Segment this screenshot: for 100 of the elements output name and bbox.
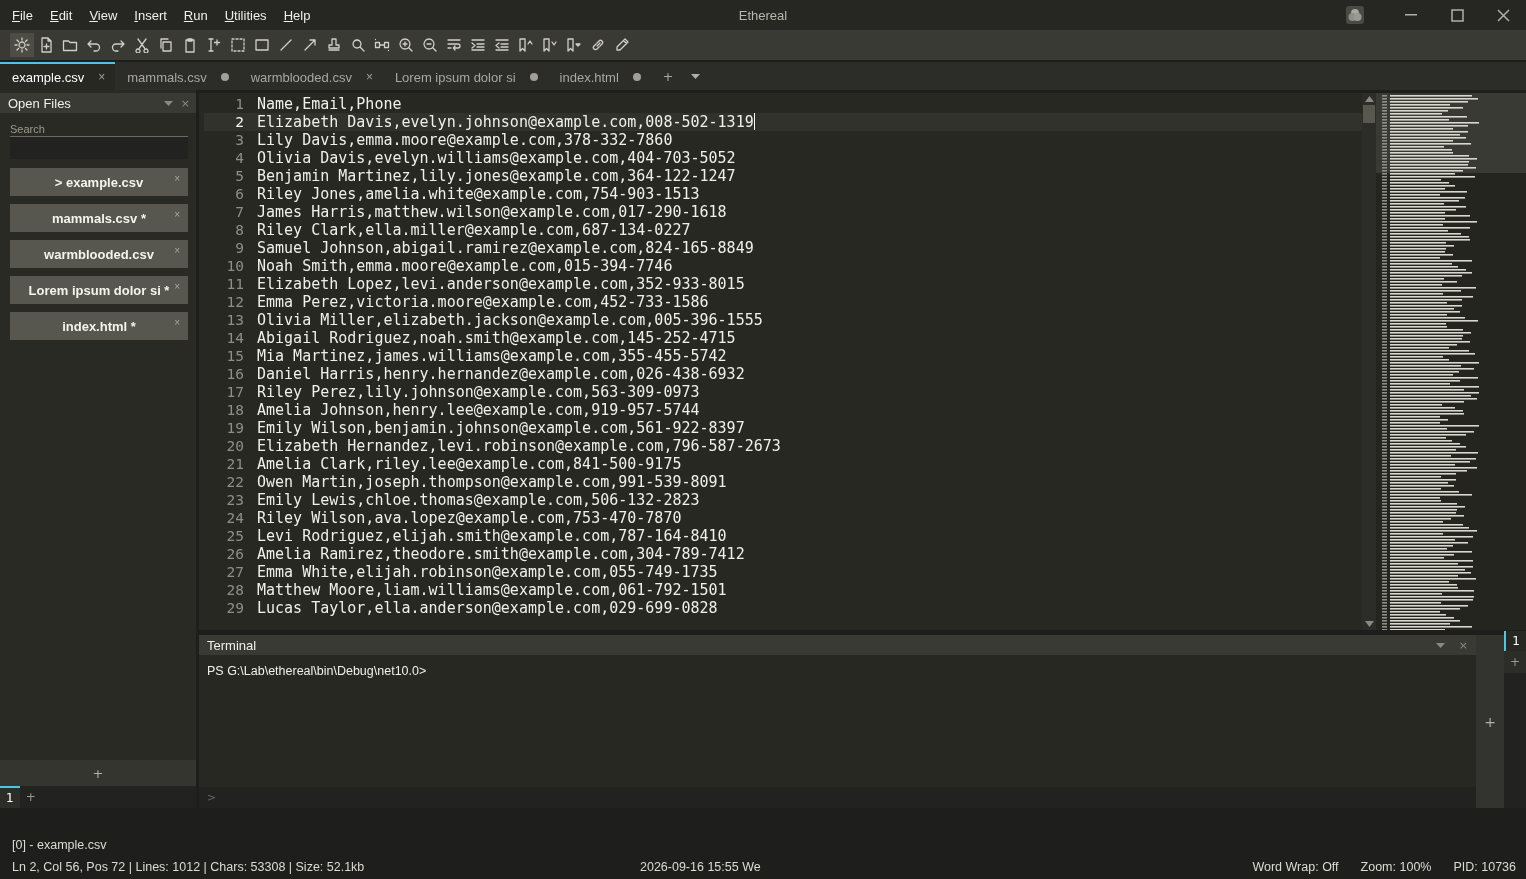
menu-item[interactable]: Utilities [216, 7, 276, 23]
code-line: Elizabeth Lopez,levi.anderson@example.com,352-933-8015 [257, 275, 745, 293]
add-tab-button[interactable]: + [19, 786, 42, 808]
copy-icon [158, 37, 174, 53]
process-id: PID: 10736 [1453, 860, 1516, 874]
pencil-icon [614, 37, 630, 53]
scroll-down-icon[interactable] [1364, 621, 1374, 628]
terminal-tab[interactable]: 1 [1504, 631, 1526, 651]
menu-item[interactable]: Edit [41, 7, 82, 23]
open-file-button[interactable]: > example.csv × [10, 168, 188, 196]
close-icon[interactable]: × [174, 245, 180, 256]
cursor-position: Ln 2, Col 56, Pos 72 | Lines: 1012 | Chars: 53308 | Size: 52.1kb [12, 860, 365, 874]
close-icon[interactable]: × [1458, 638, 1468, 652]
cut-icon [134, 37, 150, 53]
dropdown-icon[interactable] [163, 100, 173, 106]
word-wrap-status[interactable]: Word Wrap: Off [1252, 860, 1339, 874]
indent-icon [470, 37, 486, 53]
file-tab[interactable]: index.html [547, 62, 651, 90]
close-icon[interactable]: × [174, 281, 180, 292]
line-number: 24 [225, 509, 245, 527]
code-line: Emily Wilson,benjamin.johnson@example.com,561-922-8397 [257, 419, 745, 437]
code-line: Owen Martin,joseph.thompson@example.com,991-539-8091 [257, 473, 727, 491]
close-icon[interactable]: × [174, 209, 180, 220]
close-icon [1496, 8, 1510, 22]
scroll-thumb[interactable] [1363, 105, 1375, 123]
app-icon [1346, 6, 1364, 24]
dropdown-icon[interactable] [691, 73, 701, 79]
line-number: 27 [225, 563, 245, 581]
paste-icon [182, 37, 198, 53]
menu-item[interactable]: Run [175, 7, 217, 23]
add-tab-button[interactable]: + [1504, 651, 1526, 673]
line-number: 6 [234, 185, 245, 203]
panel-title: Terminal [207, 637, 258, 653]
file-tab[interactable]: warmblooded.csv × [238, 62, 383, 90]
line-icon [278, 37, 294, 53]
file-tab[interactable]: Lorem ipsum dolor si [382, 62, 548, 90]
folder-icon [62, 37, 78, 53]
code-line: Name,Email,Phone [257, 95, 402, 113]
open-file-button[interactable]: index.html * × [10, 312, 188, 340]
line-number: 7 [234, 203, 245, 221]
close-icon[interactable]: × [174, 317, 180, 328]
scroll-up-icon[interactable] [1364, 96, 1374, 103]
close-icon[interactable]: × [98, 70, 106, 84]
text-cursor-icon [206, 37, 222, 53]
code-line: Levi Rodriguez,elijah.smith@example.com,787-164-8410 [257, 527, 727, 545]
code-line: Emma Perez,victoria.moore@example.com,452-733-1586 [257, 293, 709, 311]
window-title: Ethereal [738, 7, 788, 23]
line-number: 22 [225, 473, 245, 491]
word-wrap-icon [446, 37, 462, 53]
scrollbar[interactable] [1362, 93, 1376, 630]
line-number: 29 [225, 599, 245, 617]
zoom-out-icon [422, 37, 438, 53]
menu-item[interactable]: Insert [126, 7, 176, 23]
menu-item[interactable]: File [4, 7, 42, 23]
code-line: Emma White,elijah.robinson@example.com,055-749-1735 [257, 563, 718, 581]
search-field[interactable] [10, 137, 188, 159]
modified-dot-icon [529, 73, 538, 81]
code-line: Riley Jones,amelia.white@example.com,754-903-1513 [257, 185, 700, 203]
minimap-drawing[interactable] [1376, 93, 1526, 630]
line-number: 3 [234, 131, 245, 149]
menu-item[interactable]: View [81, 7, 127, 23]
code-line: Elizabeth Hernandez,levi.robinson@example.com,796-587-2673 [257, 437, 781, 455]
open-file-button[interactable]: mammals.csv * × [10, 204, 188, 232]
menu-item[interactable]: Help [275, 7, 320, 23]
tab-label: Lorem ipsum dolor si [394, 69, 516, 85]
file-tab[interactable]: example.csv × [0, 62, 116, 90]
tab-label: example.csv [12, 69, 85, 85]
add-button[interactable]: + [1484, 713, 1496, 730]
link-icon [590, 37, 606, 53]
code-line: Amelia Ramirez,theodore.smith@example.com,304-789-7412 [257, 545, 745, 563]
close-icon[interactable]: × [180, 96, 190, 110]
line-number: 1 [234, 95, 245, 113]
line-number: 15 [225, 347, 245, 365]
modified-dot-icon [632, 73, 641, 81]
line-number: 12 [225, 293, 245, 311]
line-number: 17 [225, 383, 245, 401]
line-number: 11 [225, 275, 245, 293]
add-button[interactable]: + [0, 760, 196, 786]
code-line: Samuel Johnson,abigail.ramirez@example.com,824-165-8849 [257, 239, 754, 257]
open-file-button[interactable]: Lorem ipsum dolor si * × [10, 276, 188, 304]
code-line: Riley Wilson,ava.lopez@example.com,753-470-7870 [257, 509, 682, 527]
text-caret [753, 113, 755, 130]
panel-tab[interactable]: 1 [0, 786, 20, 808]
arrow-icon [302, 37, 318, 53]
dropdown-icon[interactable] [1435, 642, 1445, 648]
open-file-button[interactable]: warmblooded.csv × [10, 240, 188, 268]
toolbar-button[interactable] [10, 33, 34, 57]
code-line: Riley Clark,ella.miller@example.com,687-134-0227 [257, 221, 691, 239]
line-number: 16 [225, 365, 245, 383]
line-number: 2 [234, 113, 245, 131]
close-icon[interactable]: × [365, 70, 373, 84]
line-number: 4 [234, 149, 245, 167]
close-icon[interactable]: × [174, 173, 180, 184]
zoom-level[interactable]: Zoom: 100% [1360, 860, 1432, 874]
rectangle-icon [254, 37, 270, 53]
panel-title: Open Files [8, 95, 72, 111]
line-number: 21 [225, 455, 245, 473]
new-tab-button[interactable]: + [650, 62, 686, 90]
code-line: Benjamin Martinez,lily.jones@example.com,364-122-1247 [257, 167, 736, 185]
file-tab[interactable]: mammals.csv [115, 62, 239, 90]
